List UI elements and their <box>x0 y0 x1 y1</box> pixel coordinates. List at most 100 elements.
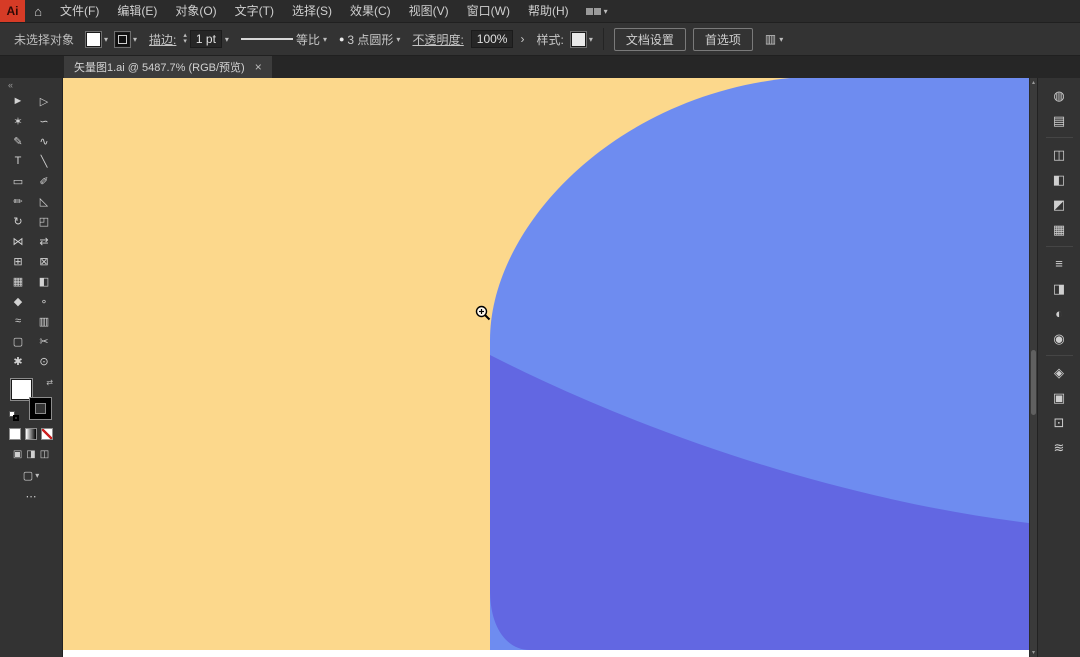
perspective-grid-tool[interactable]: ⊠ <box>31 251 57 271</box>
stroke-panel-link[interactable]: 描边: <box>149 31 176 48</box>
paintbrush-tool[interactable]: ✐ <box>31 171 57 191</box>
opacity-input[interactable]: 100% <box>471 30 514 48</box>
vertical-scrollbar[interactable]: ▴ ▾ <box>1029 78 1037 657</box>
style-label: 样式: <box>536 31 563 48</box>
blend-tool[interactable]: ∘ <box>31 291 57 311</box>
blend-tool-icon: ∘ <box>41 295 48 308</box>
fill-color-control[interactable]: ▾ <box>86 32 108 47</box>
rectangle-tool-icon: ▭ <box>13 175 23 188</box>
graphic-styles-panel-icon[interactable]: ◈ <box>1038 360 1080 385</box>
scroll-down-button[interactable]: ▾ <box>1030 649 1037 656</box>
pen-tool[interactable]: ✎ <box>5 131 31 151</box>
zoom-tool[interactable]: ⊙ <box>31 351 57 371</box>
slice-tool[interactable]: ✂ <box>31 331 57 351</box>
transparency-panel-icon[interactable]: ◐ <box>1038 301 1080 326</box>
scrollbar-thumb[interactable] <box>1031 350 1036 415</box>
eraser-tool[interactable]: ◺ <box>31 191 57 211</box>
artboards-panel-icon[interactable]: ⊡ <box>1038 410 1080 435</box>
direct-selection-tool[interactable]: ▷ <box>31 91 57 111</box>
gradient-button[interactable] <box>25 428 37 440</box>
rectangle-tool[interactable]: ▭ <box>5 171 31 191</box>
eyedropper-tool[interactable]: ◆ <box>5 291 31 311</box>
stepper-arrows-icon[interactable]: ▴▾ <box>183 33 187 45</box>
canvas[interactable]: ▴ ▾ <box>63 78 1037 657</box>
shape-builder-tool[interactable]: ⊞ <box>5 251 31 271</box>
discover-panel-icon[interactable]: ◍ <box>1038 83 1080 108</box>
toolbar: « ► ▷ ✶ ∽ ✎ ∿ T ╲ ▭ ✐ ✏ ◺ ↻ ◰ ⋈ ⇄ ⊞ ⊠ ▦ … <box>0 78 63 657</box>
menu-select[interactable]: 选择(S) <box>283 0 341 22</box>
direct-selection-tool-icon: ▷ <box>40 95 48 108</box>
menu-window[interactable]: 窗口(W) <box>458 0 519 22</box>
symbol-sprayer-tool[interactable]: ≈ <box>5 311 31 331</box>
variable-width-profile[interactable]: 等比 ▾ <box>241 31 327 48</box>
stroke-swatch[interactable] <box>30 398 51 419</box>
appearance-panel-icon[interactable]: ◉ <box>1038 326 1080 351</box>
home-icon[interactable]: ⌂ <box>25 0 51 22</box>
scale-tool[interactable]: ◰ <box>31 211 57 231</box>
lasso-tool[interactable]: ∽ <box>31 111 57 131</box>
color-panel-icon[interactable]: ◧ <box>1038 167 1080 192</box>
color-button[interactable] <box>9 428 21 440</box>
menu-object[interactable]: 对象(O) <box>166 0 225 22</box>
gradient-tool-icon: ◧ <box>39 275 49 288</box>
selection-status: 未选择对象 <box>14 31 74 48</box>
gradient-panel-icon[interactable]: ◨ <box>1038 276 1080 301</box>
draw-normal-button[interactable]: ▣ <box>13 449 22 460</box>
artboard-tool[interactable]: ▢ <box>5 331 31 351</box>
tab-title: 矢量图1.ai @ 5487.7% (RGB/预览) <box>74 59 245 75</box>
document-setup-button[interactable]: 文档设置 <box>614 28 686 51</box>
column-graph-tool[interactable]: ▥ <box>31 311 57 331</box>
app-logo-icon[interactable]: Ai <box>0 0 25 22</box>
toolbar-collapse-button[interactable]: « <box>0 78 62 91</box>
workspace-switcher[interactable]: ▾ <box>586 7 608 16</box>
free-transform-tool[interactable]: ⇄ <box>31 231 57 251</box>
stroke-profile-preview <box>241 38 293 40</box>
swap-fill-stroke-icon[interactable]: ⇄ <box>46 378 53 387</box>
style-swatch-control[interactable]: ▾ <box>571 32 593 47</box>
menu-effect[interactable]: 效果(C) <box>341 0 400 22</box>
width-tool[interactable]: ⋈ <box>5 231 31 251</box>
tab-close-button[interactable]: × <box>255 60 262 74</box>
shaper-tool[interactable]: ✏ <box>5 191 31 211</box>
menu-type[interactable]: 文字(T) <box>226 0 283 22</box>
stroke-color-control[interactable]: ▾ <box>115 32 137 47</box>
mesh-tool[interactable]: ▦ <box>5 271 31 291</box>
stroke-weight-stepper[interactable]: ▴▾ 1 pt ▾ <box>183 30 229 48</box>
stroke-weight-input[interactable]: 1 pt <box>190 30 222 48</box>
magic-wand-tool[interactable]: ✶ <box>5 111 31 131</box>
menu-view[interactable]: 视图(V) <box>400 0 458 22</box>
selection-tool[interactable]: ► <box>5 91 31 111</box>
stroke-panel-icon[interactable]: ≡ <box>1038 251 1080 276</box>
menu-help[interactable]: 帮助(H) <box>519 0 578 22</box>
edit-toolbar-button[interactable]: ⋯ <box>26 490 37 503</box>
color-guide-panel-icon[interactable]: ◩ <box>1038 192 1080 217</box>
default-fill-stroke-icon[interactable] <box>9 411 19 421</box>
opacity-panel-link[interactable]: 不透明度: <box>412 31 463 48</box>
rotate-tool[interactable]: ↻ <box>5 211 31 231</box>
menu-edit[interactable]: 编辑(E) <box>108 0 166 22</box>
libraries-panel-icon[interactable]: ◫ <box>1038 142 1080 167</box>
brush-definition[interactable]: ● 3 点圆形 ▾ <box>339 31 400 48</box>
document-tab[interactable]: 矢量图1.ai @ 5487.7% (RGB/预览) × <box>64 56 272 78</box>
draw-behind-button[interactable]: ◨ <box>26 449 35 460</box>
curvature-tool[interactable]: ∿ <box>31 131 57 151</box>
line-segment-tool[interactable]: ╲ <box>31 151 57 171</box>
control-bar-menu[interactable]: ▥ ▾ <box>765 32 783 46</box>
chevron-down-icon: ▾ <box>323 35 327 44</box>
draw-inside-button[interactable]: ◫ <box>40 449 49 460</box>
preferences-button[interactable]: 首选项 <box>693 28 753 51</box>
none-button[interactable] <box>41 428 53 440</box>
fill-swatch[interactable] <box>11 379 32 400</box>
gradient-tool[interactable]: ◧ <box>31 271 57 291</box>
asset-export-panel-icon[interactable]: ≋ <box>1038 435 1080 460</box>
hand-tool[interactable]: ✱ <box>5 351 31 371</box>
scroll-up-button[interactable]: ▴ <box>1030 79 1037 86</box>
swatches-panel-icon[interactable]: ▦ <box>1038 217 1080 242</box>
more-options-chevron[interactable]: › <box>520 32 524 46</box>
menu-file[interactable]: 文件(F) <box>51 0 108 22</box>
change-screen-mode-button[interactable]: ▢ ▾ <box>23 469 39 482</box>
properties-panel-icon[interactable]: ▤ <box>1038 108 1080 133</box>
layers-panel-icon[interactable]: ▣ <box>1038 385 1080 410</box>
type-tool[interactable]: T <box>5 151 31 171</box>
eraser-tool-icon: ◺ <box>40 195 48 208</box>
